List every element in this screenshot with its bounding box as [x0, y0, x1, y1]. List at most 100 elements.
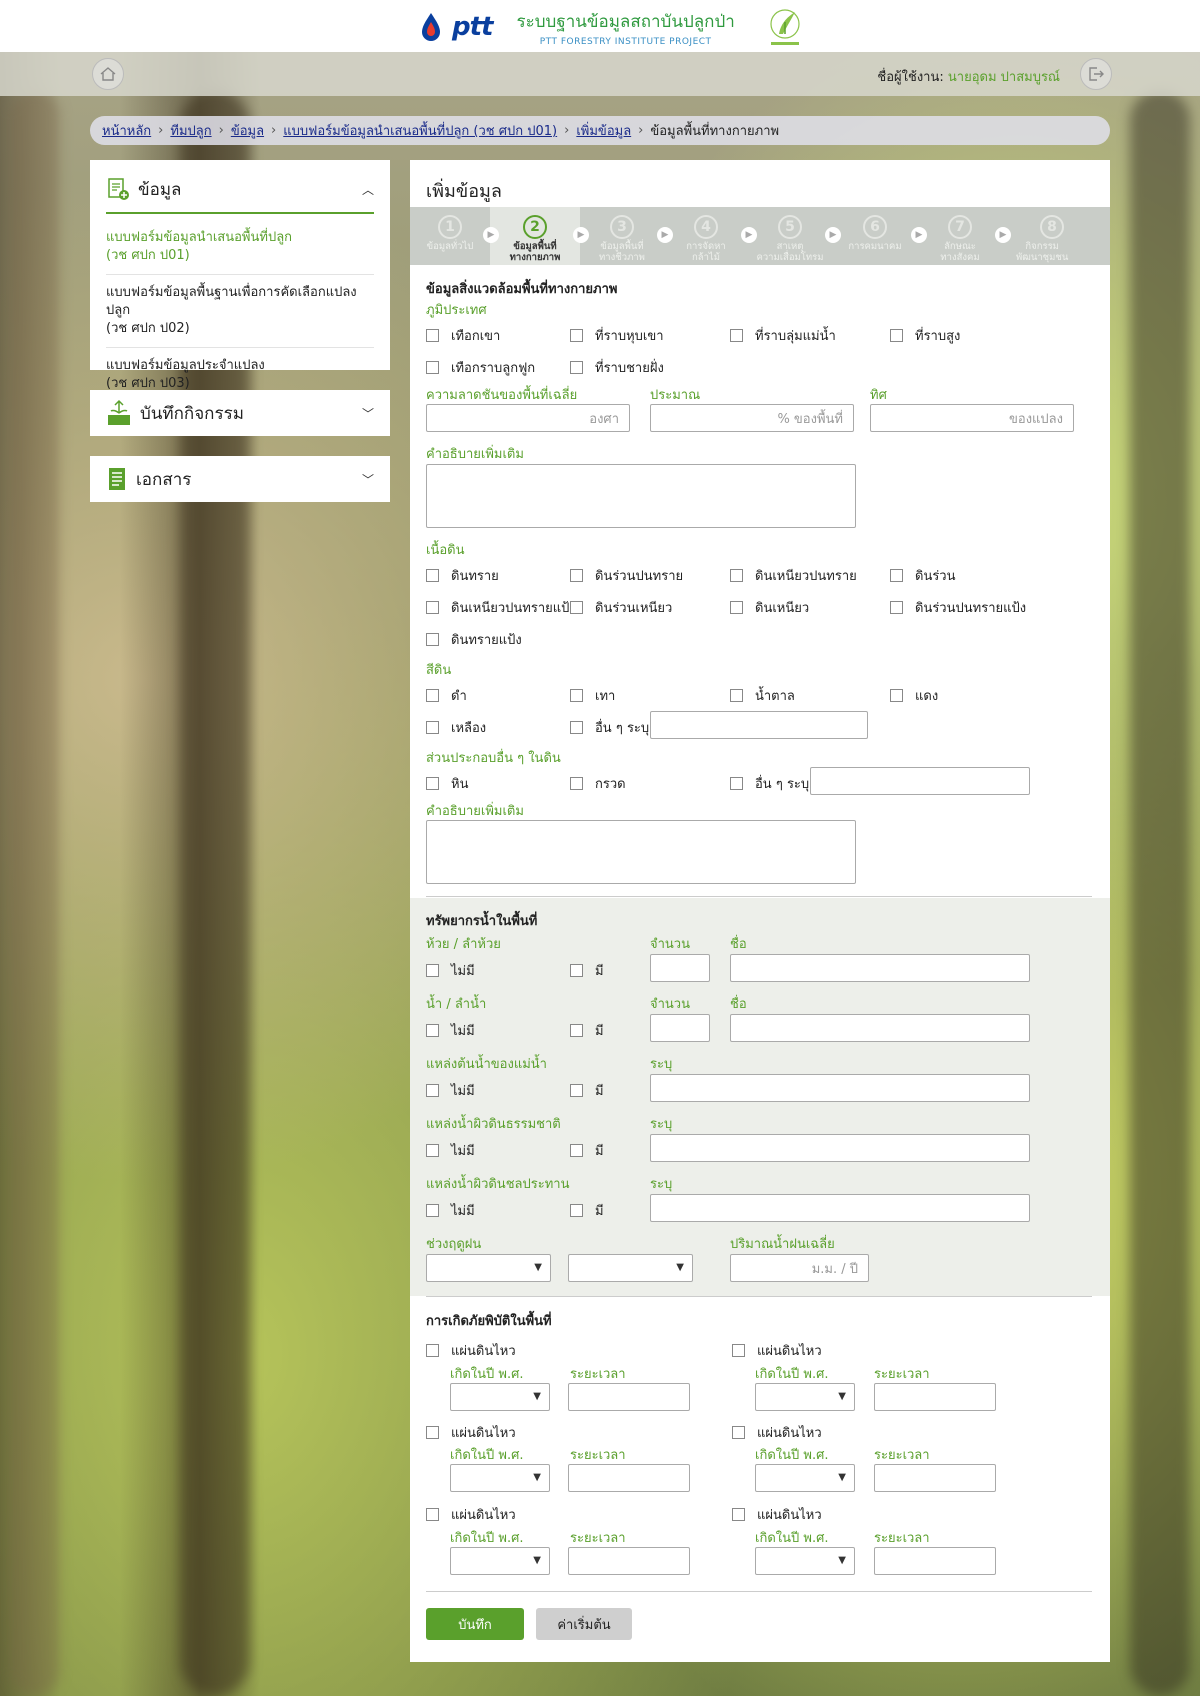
checkbox[interactable] — [890, 329, 903, 342]
soil-checkbox[interactable]: ดินทราย — [426, 565, 499, 586]
count-input[interactable] — [650, 1014, 710, 1042]
step-6[interactable]: 6 การคมนาคม ▶ — [832, 207, 927, 265]
checkbox[interactable] — [570, 569, 583, 582]
sidebar-item-form02[interactable]: แบบฟอร์มข้อมูลพื้นฐานเพื่อการคัดเลือกแปล… — [106, 275, 374, 348]
checkbox[interactable] — [426, 1508, 439, 1521]
checkbox[interactable] — [732, 1508, 745, 1521]
duration-input[interactable] — [568, 1383, 690, 1411]
checkbox[interactable] — [426, 601, 439, 614]
name-input[interactable] — [730, 954, 1030, 982]
water-yes-checkbox[interactable]: มี — [570, 1020, 604, 1041]
checkbox[interactable] — [570, 689, 583, 702]
sidebar-info-header[interactable]: ข้อมูล ︿ — [106, 166, 374, 214]
checkbox[interactable] — [890, 689, 903, 702]
checkbox[interactable] — [426, 777, 439, 790]
checkbox[interactable] — [426, 1204, 439, 1217]
checkbox[interactable] — [426, 1144, 439, 1157]
checkbox[interactable] — [570, 721, 583, 734]
soil-checkbox[interactable]: ดินร่วนเหนียว — [570, 597, 672, 618]
checkbox[interactable] — [570, 1024, 583, 1037]
disaster-checkbox[interactable]: แผ่นดินไหว — [426, 1504, 516, 1525]
soil-color-checkbox[interactable]: น้ำตาล — [730, 685, 795, 706]
checkbox[interactable] — [570, 1204, 583, 1217]
terrain-checkbox[interactable]: ที่ราบสูง — [890, 325, 960, 346]
checkbox[interactable] — [426, 633, 439, 646]
checkbox[interactable] — [426, 1024, 439, 1037]
water-yes-checkbox[interactable]: มี — [570, 960, 604, 981]
checkbox[interactable] — [730, 601, 743, 614]
checkbox[interactable] — [570, 1144, 583, 1157]
soil-color-checkbox[interactable]: เทา — [570, 685, 615, 706]
duration-input[interactable] — [568, 1547, 690, 1575]
checkbox[interactable] — [732, 1426, 745, 1439]
terrain-checkbox[interactable]: เทือกเขา — [426, 325, 500, 346]
soil-checkbox[interactable]: ดินเหนียว — [730, 597, 809, 618]
terrain-checkbox[interactable]: ที่ราบชายฝั่ง — [570, 357, 664, 378]
checkbox[interactable] — [426, 329, 439, 342]
water-no-checkbox[interactable]: ไม่มี — [426, 960, 475, 981]
checkbox[interactable] — [426, 1084, 439, 1097]
checkbox[interactable] — [426, 1426, 439, 1439]
rain-amount-input[interactable]: ม.ม. / ปี — [730, 1254, 869, 1282]
specify-input[interactable] — [650, 1074, 1030, 1102]
soil-component-checkbox[interactable]: อื่น ๆ ระบุ — [730, 773, 809, 794]
sidebar-activity-panel[interactable]: บันทึกกิจกรรม ﹀ — [90, 390, 390, 436]
water-yes-checkbox[interactable]: มี — [570, 1200, 604, 1221]
soil-checkbox[interactable]: ดินทรายแป้ง — [426, 629, 522, 650]
year-select[interactable]: ▼ — [450, 1383, 550, 1411]
slope-input[interactable]: องศา — [426, 404, 630, 432]
soil-color-checkbox[interactable]: อื่น ๆ ระบุ — [570, 717, 649, 738]
soil-color-checkbox[interactable]: เหลือง — [426, 717, 486, 738]
logout-button[interactable] — [1080, 58, 1112, 90]
step-7[interactable]: 7 ลักษณะ ทางสังคม ▶ — [918, 207, 1011, 265]
checkbox[interactable] — [426, 569, 439, 582]
sidebar-activity-header[interactable]: บันทึกกิจกรรม ﹀ — [90, 390, 390, 436]
step-5[interactable]: 5 สาเหตุ ความเสื่อมโทรม ▶ — [748, 207, 841, 265]
soil-checkbox[interactable]: ดินร่วนปนทรายแป้ง — [890, 597, 1026, 618]
breadcrumb-data[interactable]: ข้อมูล — [231, 120, 264, 141]
water-no-checkbox[interactable]: ไม่มี — [426, 1140, 475, 1161]
soil-color-checkbox[interactable]: ดำ — [426, 685, 467, 706]
checkbox[interactable] — [426, 689, 439, 702]
checkbox[interactable] — [570, 1084, 583, 1097]
soil-component-other-input[interactable] — [810, 767, 1030, 795]
breadcrumb-form[interactable]: แบบฟอร์มข้อมูลนำเสนอพื้นที่ปลูก (วช ศปก … — [283, 120, 557, 141]
checkbox[interactable] — [426, 1344, 439, 1357]
reset-button[interactable]: ค่าเริ่มต้น — [536, 1608, 632, 1640]
checkbox[interactable] — [730, 329, 743, 342]
soil-component-checkbox[interactable]: กรวด — [570, 773, 626, 794]
checkbox[interactable] — [426, 964, 439, 977]
step-3[interactable]: 3 ข้อมูลพื้นที่ ทางชีวภาพ ▶ — [580, 207, 673, 265]
approx-input[interactable]: % ของพื้นที่ — [650, 404, 854, 432]
soil-color-other-input[interactable] — [650, 711, 868, 739]
checkbox[interactable] — [730, 777, 743, 790]
soil-checkbox[interactable]: ดินร่วนปนทราย — [570, 565, 683, 586]
water-no-checkbox[interactable]: ไม่มี — [426, 1200, 475, 1221]
soil-color-checkbox[interactable]: แดง — [890, 685, 938, 706]
checkbox[interactable] — [730, 569, 743, 582]
count-input[interactable] — [650, 954, 710, 982]
checkbox[interactable] — [730, 689, 743, 702]
disaster-checkbox[interactable]: แผ่นดินไหว — [426, 1422, 516, 1443]
sidebar-item-form01[interactable]: แบบฟอร์มข้อมูลนำเสนอพื้นที่ปลูก (วช ศปก … — [106, 220, 374, 275]
checkbox[interactable] — [570, 777, 583, 790]
breadcrumb-team[interactable]: ทีมปลูก — [170, 120, 211, 141]
checkbox[interactable] — [426, 361, 439, 374]
soil-checkbox[interactable]: ดินเหนียวปนทราย — [730, 565, 857, 586]
duration-input[interactable] — [568, 1464, 690, 1492]
soil-checkbox[interactable]: ดินเหนียวปนทรายแป้ง — [426, 597, 576, 618]
specify-input[interactable] — [650, 1134, 1030, 1162]
checkbox[interactable] — [890, 569, 903, 582]
step-8[interactable]: 8 กิจกรรม พัฒนาชุมชน — [1002, 207, 1110, 265]
year-select[interactable]: ▼ — [450, 1464, 550, 1492]
checkbox[interactable] — [570, 601, 583, 614]
soil-checkbox[interactable]: ดินร่วน — [890, 565, 956, 586]
terrain-checkbox[interactable]: ที่ราบลุ่มแม่น้ำ — [730, 325, 836, 346]
step-2[interactable]: 2 ข้อมูลพื้นที่ ทางกายภาพ ▶ — [490, 207, 589, 265]
name-input[interactable] — [730, 1014, 1030, 1042]
save-button[interactable]: บันทึก — [426, 1608, 524, 1640]
checkbox[interactable] — [732, 1344, 745, 1357]
water-no-checkbox[interactable]: ไม่มี — [426, 1020, 475, 1041]
terrain-checkbox[interactable]: เทือกราบลูกฟูก — [426, 357, 535, 378]
water-no-checkbox[interactable]: ไม่มี — [426, 1080, 475, 1101]
